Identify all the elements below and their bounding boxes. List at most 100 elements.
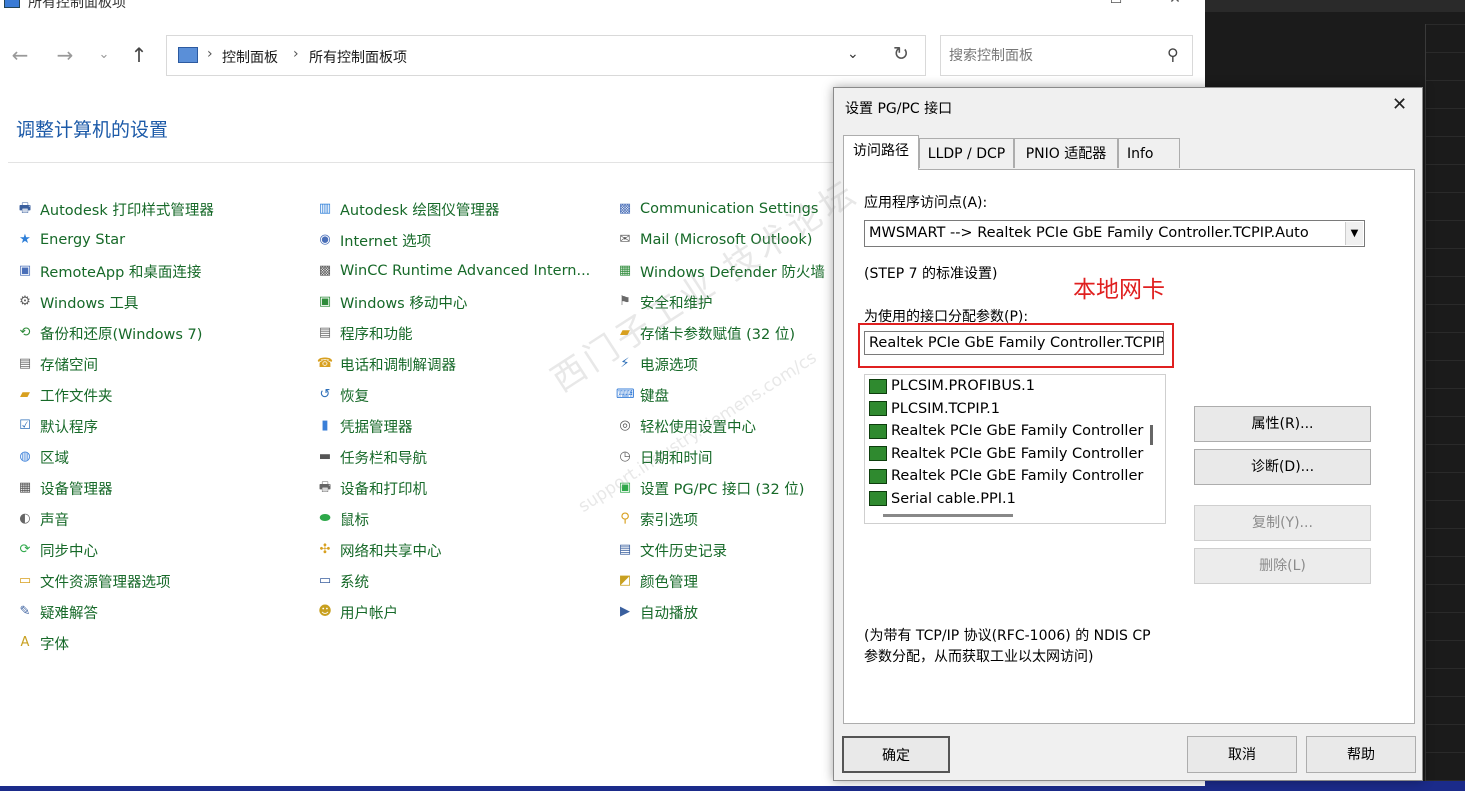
cp-item-2-8[interactable]: ◷ 日期和时间 [616,445,712,469]
sync-icon: ⟳ [19,542,31,557]
tab-info[interactable]: Info [1118,138,1180,168]
tab-lldp-dcp[interactable]: LLDP / DCP [919,138,1014,168]
cp-item-label: 系统 [340,574,369,591]
forward-arrow-icon[interactable]: → [53,42,77,68]
cp-item-2-9[interactable]: ▣ 设置 PG/PC 接口 (32 位) [616,476,805,500]
cp-item-2-3[interactable]: ⚑ 安全和维护 [616,290,712,314]
cp-item-0-14[interactable]: A 字体 [16,631,69,655]
cp-item-0-7[interactable]: ☑ 默认程序 [16,414,98,438]
cp-item-1-0[interactable]: ▥ Autodesk 绘图仪管理器 [316,197,500,221]
cancel-button[interactable]: 取消 [1187,736,1297,773]
cp-item-0-12[interactable]: ▭ 文件资源管理器选项 [16,569,171,593]
search-icon[interactable]: ⚲ [1167,45,1179,64]
interface-list-item[interactable]: PLCSIM.TCPIP.1 [869,398,1000,420]
refresh-icon[interactable]: ↻ [893,43,909,65]
breadcrumb-separator: › [207,46,213,62]
cp-item-2-6[interactable]: ⌨ 键盘 [616,383,669,407]
cp-item-2-7[interactable]: ◎ 轻松使用设置中心 [616,414,756,438]
cp-item-2-13[interactable]: ▶ 自动播放 [616,600,698,624]
cp-item-label: Energy Star [40,232,126,248]
close-button[interactable]: ✕ [1165,0,1185,11]
minimize-button[interactable]: ─ [1052,0,1072,11]
cp-item-1-8[interactable]: ▬ 任务栏和导航 [316,445,427,469]
cp-item-0-1[interactable]: ★ Energy Star [16,228,125,252]
tab-pnio-adapter[interactable]: PNIO 适配器 [1014,138,1118,168]
cp-item-0-13[interactable]: ✎ 疑难解答 [16,600,98,624]
interface-name: PLCSIM.TCPIP.1 [891,400,1001,417]
cp-item-2-11[interactable]: ▤ 文件历史记录 [616,538,727,562]
interface-list-item[interactable]: Serial cable.PPI.1 [869,488,1016,510]
cp-item-0-8[interactable]: ◍ 区域 [16,445,69,469]
breadcrumb-control-panel[interactable]: 控制面板 [222,47,278,67]
cp-item-0-6[interactable]: ▰ 工作文件夹 [16,383,113,407]
cp-item-1-2[interactable]: ▩ WinCC Runtime Advanced Intern... [316,259,590,283]
cp-item-1-10[interactable]: ⬬ 鼠标 [316,507,369,531]
search-box[interactable]: ⚲ [940,35,1193,76]
breadcrumb-all-items[interactable]: 所有控制面板项 [309,47,407,67]
back-arrow-icon[interactable]: ← [8,42,32,68]
cp-item-0-9[interactable]: ▦ 设备管理器 [16,476,113,500]
cp-item-1-7[interactable]: ▮ 凭据管理器 [316,414,412,438]
folder-options-icon: ▭ [18,573,32,588]
cp-item-label: 文件资源管理器选项 [40,574,171,591]
cp-item-label: Windows 移动中心 [340,295,468,312]
cp-item-1-5[interactable]: ☎ 电话和调制解调器 [316,352,456,376]
keyboard-icon: ⌨ [616,387,635,402]
cp-item-0-10[interactable]: ◐ 声音 [16,507,69,531]
interface-list-item[interactable]: Realtek PCIe GbE Family Controller [869,420,1143,442]
diagnose-button[interactable]: 诊断(D)... [1194,449,1371,485]
maximize-button[interactable]: ☐ [1106,0,1126,11]
cp-item-label: 区域 [40,450,69,467]
cp-item-2-0[interactable]: ▩ Communication Settings [616,197,819,221]
cp-item-1-1[interactable]: ◉ Internet 选项 [316,228,431,252]
interface-list[interactable]: PLCSIM.PROFIBUS.1 PLCSIM.TCPIP.1 Realtek P… [864,374,1166,524]
access-point-select[interactable]: MWSMART --> Realtek PCIe GbE Family Cont… [864,220,1365,247]
vertical-scrollbar[interactable] [1150,425,1153,445]
copy-button: 复制(Y)... [1194,505,1371,541]
cp-item-2-1[interactable]: ✉ Mail (Microsoft Outlook) [616,228,813,252]
cp-item-2-4[interactable]: ▰ 存储卡参数赋值 (32 位) [616,321,795,345]
cp-item-1-9[interactable]: 🖶 设备和打印机 [316,476,427,500]
cp-item-label: 网络和共享中心 [340,543,442,560]
cp-item-2-5[interactable]: ⚡ 电源选项 [616,352,698,376]
cp-item-1-4[interactable]: ▤ 程序和功能 [316,321,413,345]
cp-item-1-3[interactable]: ▣ Windows 移动中心 [316,290,468,314]
search-input[interactable] [949,45,1159,67]
programs-icon: ▤ [318,325,332,340]
flag-icon: ⚑ [619,294,631,309]
interface-list-item[interactable]: PLCSIM.PROFIBUS.1 [869,375,1035,397]
address-bar[interactable]: › 控制面板 › 所有控制面板项 ⌄ ↻ [166,35,926,76]
dropdown-arrow-icon[interactable]: ▼ [1345,222,1363,245]
ok-button[interactable]: 确定 [842,736,950,773]
cp-item-0-5[interactable]: ▤ 存储空间 [16,352,98,376]
interface-list-item[interactable]: Realtek PCIe GbE Family Controller [869,465,1143,487]
cp-item-label: 电源选项 [640,357,698,374]
properties-button[interactable]: 属性(R)... [1194,406,1371,442]
cp-item-1-12[interactable]: ▭ 系统 [316,569,369,593]
cp-item-0-11[interactable]: ⟳ 同步中心 [16,538,98,562]
firewall-icon: ▦ [618,263,632,278]
up-arrow-icon[interactable]: ↑ [127,42,151,68]
cp-item-label: Windows 工具 [40,295,139,312]
interface-list-item[interactable]: Realtek PCIe GbE Family Controller [869,443,1143,465]
cp-item-1-6[interactable]: ↺ 恢复 [316,383,369,407]
cp-item-2-10[interactable]: ⚲ 索引选项 [616,507,698,531]
clock-icon: ◷ [619,449,631,464]
cp-item-2-12[interactable]: ◩ 颜色管理 [616,569,698,593]
close-icon[interactable]: ✕ [1392,94,1407,115]
cp-item-0-3[interactable]: ⚙ Windows 工具 [16,290,138,314]
cp-item-0-4[interactable]: ⟲ 备份和还原(Windows 7) [16,321,203,345]
cp-item-0-0[interactable]: 🖶 Autodesk 打印样式管理器 [16,197,214,221]
cp-item-2-2[interactable]: ▦ Windows Defender 防火墙 [616,259,825,283]
mail-icon: ✉ [619,232,631,247]
chevron-down-icon[interactable]: ⌄ [92,42,116,68]
tab-access-path[interactable]: 访问路径 [843,135,919,170]
help-button[interactable]: 帮助 [1306,736,1416,773]
cp-item-1-13[interactable]: ☻ 用户帐户 [316,600,398,624]
cp-item-1-11[interactable]: ✣ 网络和共享中心 [316,538,442,562]
cp-item-0-2[interactable]: ▣ RemoteApp 和桌面连接 [16,259,202,283]
tab-panel: 应用程序访问点(A): MWSMART --> Realtek PCIe GbE… [843,169,1415,724]
cp-item-label: 键盘 [640,388,669,405]
horizontal-scrollbar[interactable] [883,514,1013,517]
chevron-down-icon[interactable]: ⌄ [847,46,859,62]
